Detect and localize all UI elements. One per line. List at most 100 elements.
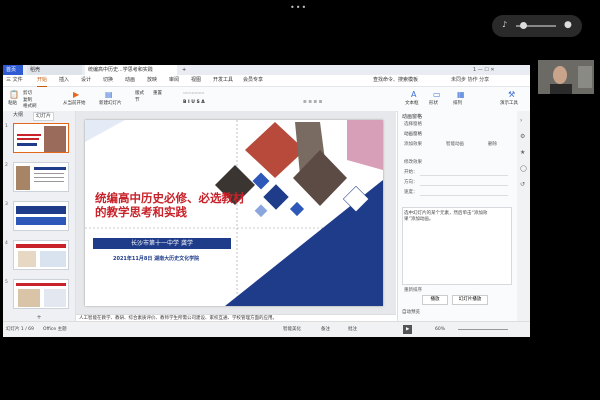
menu-switch[interactable]: 切换 [103,75,113,86]
slide-canvas[interactable]: 统编高中历史必修、必选教材的教学思考和实践 长沙市第十一中学 龚学 2021年1… [85,120,383,306]
menu-view[interactable]: 视图 [191,75,201,86]
zoom-level[interactable]: 60% [435,325,445,334]
auto-preview-checkbox[interactable]: 自动预览 [402,309,420,315]
property-select[interactable] [420,179,508,186]
format-painter-button[interactable]: 格式刷 [23,104,37,110]
zoom-slider[interactable] [458,329,508,330]
presentation-tools-icon[interactable]: ⚒ [508,90,515,99]
presentation-tools-button[interactable]: 演示工具 [500,101,518,107]
slide-title[interactable]: 统编高中历史必修、必选教材的教学思考和实践 [95,192,245,220]
menu-dev-tools[interactable]: 开发工具 [213,75,233,86]
theme-name: Office 主题 [43,327,67,332]
share-icon[interactable]: ↺ [520,181,525,188]
side-toolbar: › ⚙ ★ ◯ ↺ [517,111,530,321]
delete-button[interactable]: 删除 [488,141,497,147]
slide-count: 幻灯片 1 / 69 [6,327,34,332]
cut-button[interactable]: 剪切 [23,91,32,97]
menu-start[interactable]: 开始 [37,75,48,87]
reorder-label[interactable]: 重新排序 [404,287,422,293]
collab-share[interactable]: 未同步 协作 分享 [451,75,489,86]
slide-thumbnail-2[interactable] [13,162,69,192]
command-search[interactable]: 查找命令、搜索模板 [373,75,418,86]
arrange-icon[interactable]: ▦ [457,90,465,99]
slideshow-button[interactable]: 幻灯片播放 [452,295,488,305]
reset-button[interactable]: 重置 [153,91,162,97]
slideshow-play-icon[interactable]: ▶ [403,325,413,334]
window-controls[interactable]: 1 — ☐ ✕ [473,65,495,75]
speed-label: 速度： [404,190,418,195]
start-select[interactable] [420,169,508,176]
notes-toggle[interactable]: 备注 [321,325,330,334]
wps-presentation-window: 首页 稻壳 统编高中历史...学思考和实践 + 1 — ☐ ✕ 三 文件 开始 … [3,65,530,337]
slide-date[interactable]: 2021年11月8日 湖南大历史文化学院 [113,255,199,262]
tab-daoke[interactable]: 稻壳 [27,65,82,75]
shapes-icon[interactable]: ◯ [520,165,527,172]
section-button[interactable]: 节 [135,98,140,104]
menu-show[interactable]: 放映 [147,75,157,86]
slide-number: 3 [5,202,8,207]
collapse-icon[interactable]: › [520,117,522,124]
slide-number: 5 [5,280,8,285]
slide-number: 1 [5,124,8,129]
play-icon[interactable]: ▶ [73,90,79,99]
paste-icon[interactable]: 📋 [9,90,19,99]
animation-pane-label: 动画窗格 [404,132,422,137]
slide-thumbnail-1[interactable] [13,123,69,153]
volume-control[interactable]: ♪ ● [492,15,582,37]
more-options-icon[interactable]: ••• [290,3,310,12]
select-pane-link[interactable]: 选择窗格 [404,121,422,127]
status-bar: 幻灯片 1 / 69 Office 主题 智能美化 备注 批注 ▶ 60% [3,321,530,337]
text-box-icon[interactable]: A [411,90,416,99]
layout-button[interactable]: 版式 [135,91,144,97]
animation-hint: 选中幻灯片的某个元素，然后单击“添加效果”添加动画。 [404,211,488,222]
start-label: 开始： [404,170,418,175]
smart-animation-button[interactable]: 智能动画 [446,141,464,147]
menu-file[interactable]: 三 文件 [6,75,23,86]
speed-select[interactable] [420,189,508,196]
notes-panel[interactable]: 人工智能在教学、教研、综合素质评价、教师学生所需公司建设、家校互通、学校管理方面… [76,314,396,321]
font-name-select[interactable]: ▭▭▭▭▭ [183,91,204,97]
menu-review[interactable]: 审阅 [169,75,179,86]
modify-effect-label: 修改效果 [404,160,422,165]
play-button[interactable]: 播放 [422,295,448,305]
tab-slides[interactable]: 幻灯片 [33,112,55,121]
properties-icon[interactable]: ⚙ [520,133,525,140]
slide-number: 2 [5,163,8,168]
tab-bar: 首页 稻壳 统编高中历史...学思考和实践 + 1 — ☐ ✕ [3,65,530,75]
new-tab-button[interactable]: + [179,65,189,75]
tab-presentation[interactable]: 统编高中历史...学思考和实践 [85,65,177,75]
speaker-icon[interactable]: ♪ [502,21,510,29]
slide-author-bar[interactable]: 长沙市第十一中学 龚学 [93,238,231,249]
paste-button[interactable]: 粘贴 [8,101,17,107]
slide-number: 4 [5,241,8,246]
webcam-video [538,60,594,94]
slide-thumbnail-4[interactable] [13,240,69,270]
new-slide-button[interactable]: 新建幻灯片 [99,101,122,107]
new-slide-icon[interactable]: ▤ [105,90,113,99]
webcam-person [538,60,594,94]
animation-pane: 动画窗格 选择窗格 动画窗格 添加效果 智能动画 删除 修改效果 开始： 方向：… [397,111,518,321]
menu-member[interactable]: 会员专享 [243,75,263,86]
beautify-button[interactable]: 智能美化 [283,325,301,334]
pane-tabs: 大纲 幻灯片 [3,111,75,121]
add-effect-button[interactable]: 添加效果 [404,141,422,147]
text-box-button[interactable]: 文本框 [405,101,419,107]
comment-toggle[interactable]: 批注 [348,325,357,334]
volume-slider-knob[interactable] [520,22,527,29]
slide-thumbnail-3[interactable] [13,201,69,231]
animation-icon[interactable]: ★ [520,149,525,156]
font-style-buttons[interactable]: B I U S A [183,100,205,106]
menu-design[interactable]: 设计 [81,75,91,86]
tab-outline[interactable]: 大纲 [11,112,25,119]
shape-icon[interactable]: ▭ [433,90,441,99]
slide-thumbnail-pane: 大纲 幻灯片 1 2 3 4 5 + [3,111,76,321]
menu-insert[interactable]: 插入 [59,75,69,86]
mic-icon[interactable]: ● [564,20,574,30]
shape-button[interactable]: 形状 [429,101,438,107]
slide-thumbnail-5[interactable] [13,279,69,309]
paragraph-buttons[interactable]: ≡ ≡ ≡ ≡ [303,100,322,106]
play-from-current-button[interactable]: 从当前开始 [63,101,86,107]
menu-animation[interactable]: 动画 [125,75,135,86]
arrange-button[interactable]: 排列 [453,101,462,107]
tab-home[interactable]: 首页 [3,65,23,75]
